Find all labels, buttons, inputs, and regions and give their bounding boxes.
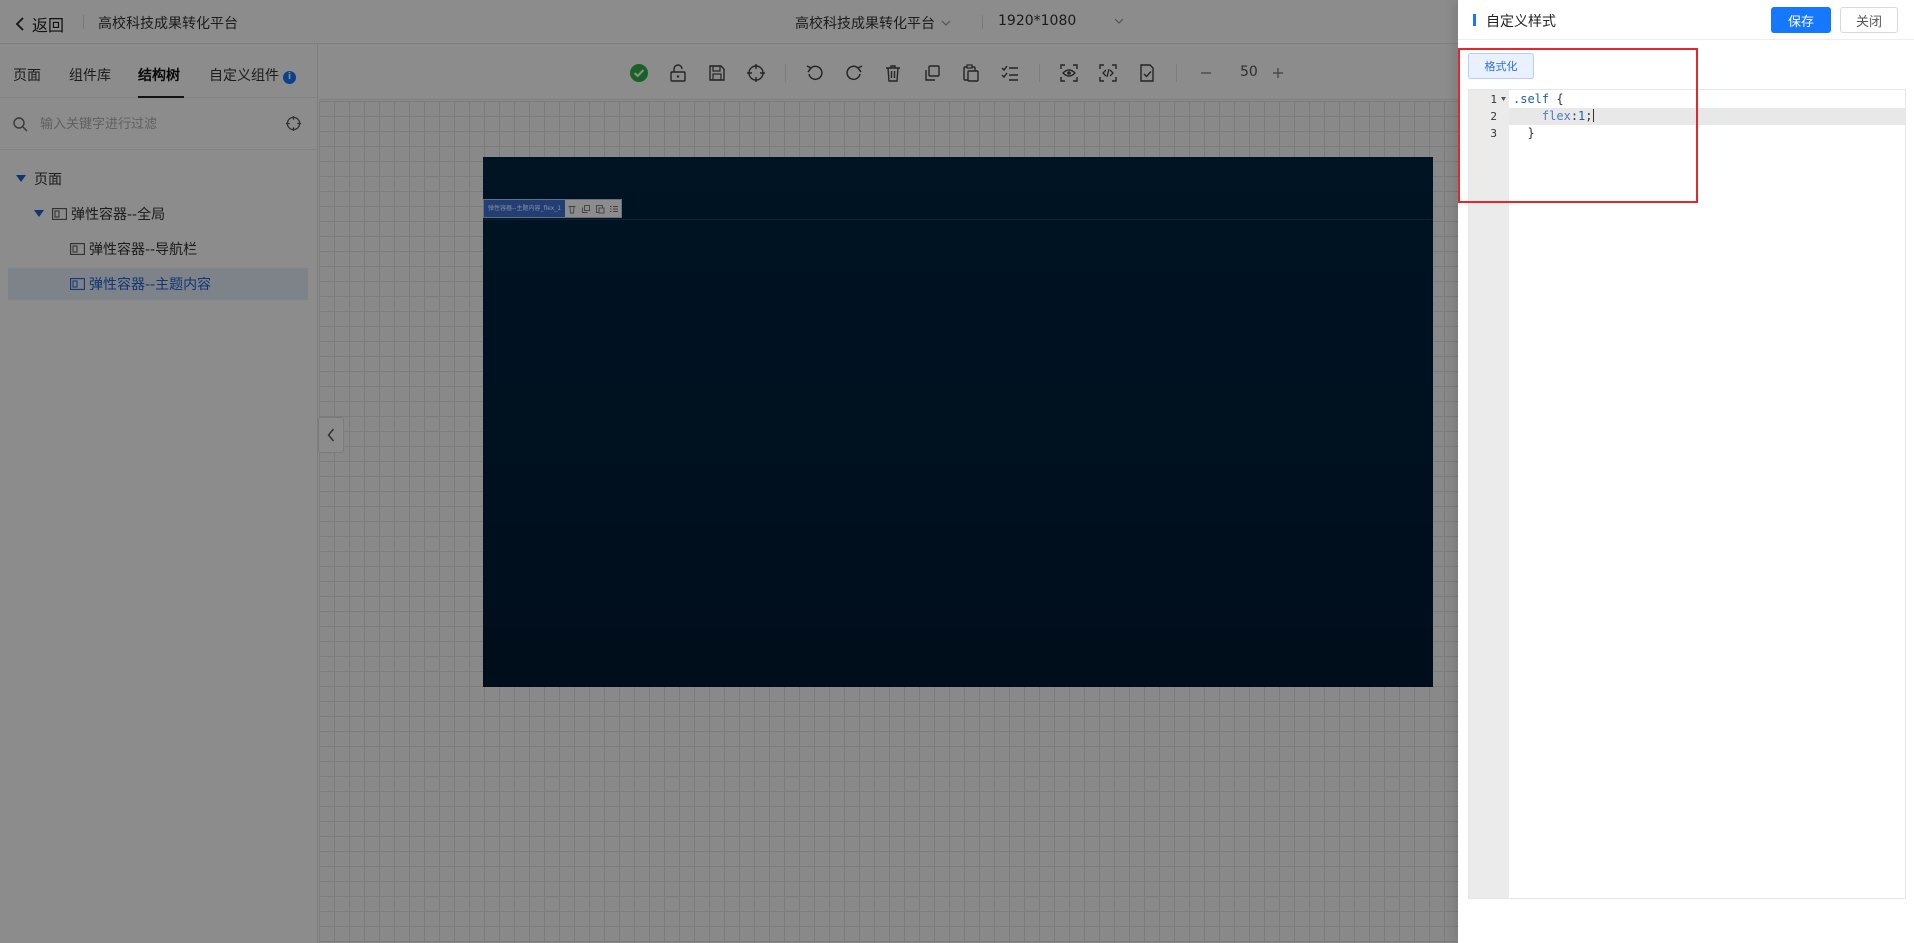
divider bbox=[982, 15, 983, 29]
search-input[interactable] bbox=[40, 114, 270, 134]
line-number: 2 bbox=[1490, 110, 1497, 123]
code-text: { bbox=[1549, 92, 1564, 106]
caret-down-icon[interactable] bbox=[34, 210, 44, 218]
zoom-in-icon[interactable] bbox=[1268, 63, 1288, 83]
drawer-title: 自定义样式 bbox=[1486, 14, 1556, 30]
editor-toolbar: 50 bbox=[319, 44, 1459, 100]
toolbar-divider bbox=[785, 64, 786, 82]
left-panel: 页面 组件库 结构树 自定义组件i 页面 弹性容器--全局 弹性容器--导航栏 … bbox=[0, 44, 318, 943]
toolbar-divider bbox=[1039, 64, 1040, 82]
code-editor[interactable]: 1 2 3 .self { flex:1; } bbox=[1468, 89, 1906, 899]
tree-node-nav-container[interactable]: 弹性容器--导航栏 bbox=[8, 233, 308, 265]
code-line-active[interactable]: flex:1; bbox=[1509, 108, 1905, 125]
tree-node-label: 弹性容器--主题内容 bbox=[89, 277, 212, 293]
selected-component-name[interactable]: 弹性容器--主题内容_flex_1 bbox=[484, 200, 566, 217]
chevron-down-icon bbox=[941, 20, 951, 26]
code-line[interactable]: .self { bbox=[1509, 91, 1905, 108]
tree-node-label: 弹性容器--导航栏 bbox=[89, 242, 198, 258]
code-line[interactable]: } bbox=[1509, 125, 1905, 142]
artboard[interactable]: 弹性容器--主题内容_flex_1 bbox=[483, 157, 1433, 687]
zoom-out-icon[interactable] bbox=[1196, 63, 1216, 83]
page-select-value: 高校科技成果转化平台 bbox=[795, 16, 935, 32]
search-icon bbox=[13, 117, 28, 132]
tab-pages[interactable]: 页面 bbox=[13, 65, 41, 85]
tab-components[interactable]: 组件库 bbox=[69, 65, 111, 85]
chevron-left-icon bbox=[15, 17, 24, 31]
preview-icon[interactable] bbox=[1059, 63, 1079, 83]
page-select[interactable]: 高校科技成果转化平台 bbox=[795, 13, 951, 33]
design-canvas[interactable]: 弹性容器--主题内容_flex_1 bbox=[319, 101, 1459, 943]
container-icon bbox=[52, 208, 67, 220]
list-icon[interactable] bbox=[1000, 63, 1020, 83]
chevron-left-icon bbox=[327, 428, 335, 442]
resolution-value: 1920*1080 bbox=[998, 13, 1077, 29]
collapse-panel-button[interactable] bbox=[318, 417, 344, 453]
close-button[interactable]: 关闭 bbox=[1840, 7, 1898, 33]
info-icon[interactable]: i bbox=[283, 71, 296, 84]
copy-icon[interactable] bbox=[922, 63, 942, 83]
locate-icon[interactable] bbox=[285, 115, 302, 132]
line-number: 3 bbox=[1490, 127, 1497, 140]
title-accent-bar bbox=[1473, 14, 1476, 26]
fold-arrow-icon[interactable] bbox=[1501, 97, 1506, 101]
delete-icon[interactable] bbox=[883, 63, 903, 83]
code-punct: ; bbox=[1585, 109, 1593, 123]
back-label: 返回 bbox=[32, 16, 65, 35]
tree-node-label: 页面 bbox=[34, 172, 62, 188]
tree-node-label: 弹性容器--全局 bbox=[71, 207, 166, 223]
tree-search bbox=[0, 98, 317, 150]
unlock-icon[interactable] bbox=[668, 63, 688, 83]
tree-node-main-container[interactable]: 弹性容器--主题内容 bbox=[8, 268, 308, 300]
publish-icon[interactable] bbox=[1137, 63, 1157, 83]
tab-structure-tree[interactable]: 结构树 bbox=[138, 65, 180, 85]
line-number-gutter: 1 2 3 bbox=[1469, 90, 1509, 898]
divider bbox=[83, 15, 84, 29]
format-button[interactable]: 格式化 bbox=[1468, 53, 1534, 79]
chevron-down-icon bbox=[1114, 18, 1124, 24]
container-icon bbox=[70, 278, 85, 290]
resolution-select[interactable]: 1920*1080 bbox=[998, 13, 1124, 29]
project-title: 高校科技成果转化平台 bbox=[98, 16, 238, 32]
caret-down-icon[interactable] bbox=[16, 175, 26, 183]
save-icon[interactable] bbox=[707, 63, 727, 83]
save-button[interactable]: 保存 bbox=[1771, 7, 1831, 33]
paste-icon[interactable] bbox=[961, 63, 981, 83]
css-property: flex bbox=[1541, 109, 1571, 123]
tree-node-page[interactable]: 页面 bbox=[8, 163, 308, 195]
tree-node-global-container[interactable]: 弹性容器--全局 bbox=[8, 198, 308, 230]
text-cursor bbox=[1592, 109, 1594, 122]
paste-icon[interactable] bbox=[595, 204, 605, 214]
custom-style-drawer: 自定义样式 保存 关闭 格式化 1 2 3 .self { flex:1; } bbox=[1458, 0, 1914, 943]
tab-custom-components-label: 自定义组件 bbox=[209, 68, 279, 84]
list-icon[interactable] bbox=[609, 204, 619, 214]
container-icon bbox=[70, 243, 85, 255]
back-button[interactable]: 返回 bbox=[14, 12, 64, 36]
tab-custom-components[interactable]: 自定义组件 i bbox=[209, 65, 296, 85]
crosshair-icon[interactable] bbox=[746, 63, 766, 83]
check-circle-icon[interactable] bbox=[629, 63, 649, 83]
toolbar-divider bbox=[1176, 64, 1177, 82]
selection-toolbar: 弹性容器--主题内容_flex_1 bbox=[483, 199, 623, 218]
copy-icon[interactable] bbox=[581, 204, 591, 214]
code-icon[interactable] bbox=[1098, 63, 1118, 83]
drawer-header: 自定义样式 保存 关闭 bbox=[1458, 0, 1914, 40]
redo-icon[interactable] bbox=[844, 63, 864, 83]
code-text: } bbox=[1513, 126, 1535, 140]
nav-container-boundary bbox=[483, 219, 1433, 220]
undo-icon[interactable] bbox=[805, 63, 825, 83]
delete-icon[interactable] bbox=[567, 204, 577, 214]
css-selector: .self bbox=[1513, 92, 1550, 106]
zoom-value: 50 bbox=[1240, 64, 1258, 80]
panel-tabs: 页面 组件库 结构树 自定义组件 i bbox=[0, 44, 317, 98]
